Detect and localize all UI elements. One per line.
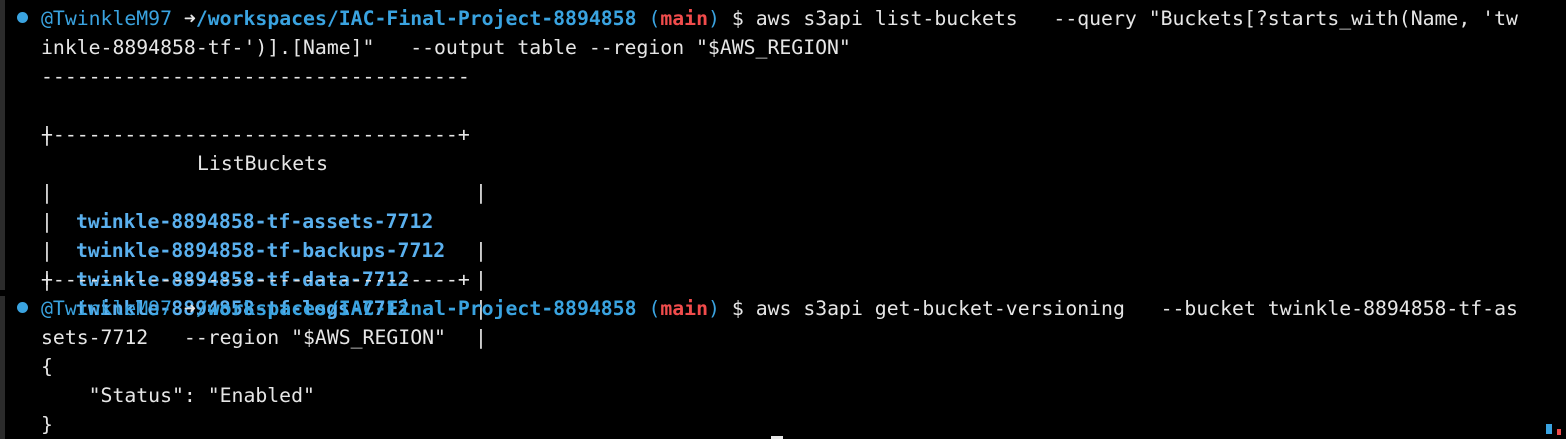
- scrollbar-marker[interactable]: [1546, 424, 1552, 434]
- table-row: | twinkle-8894858-tf-data-7712 |: [41, 207, 501, 320]
- table-row: | twinkle-8894858-tf-assets-7712 |: [41, 149, 501, 262]
- prompt-branch: main: [660, 297, 708, 320]
- table-row: | twinkle-8894858-tf-logs-7712 |: [41, 236, 501, 349]
- circle-dot-icon: [17, 302, 28, 313]
- table-border-mid: +----------------------------------+: [41, 123, 470, 146]
- command-continuation-line: sets-7712 --region "$AWS_REGION": [41, 326, 446, 349]
- branch-open-paren: (: [648, 7, 661, 30]
- table-border-bottom: +----------------------------------+: [41, 268, 470, 291]
- prompt-arrow: ➜: [183, 7, 196, 30]
- prompt-line-2: @TwinkleM97 ➜/workspaces/IAC-Final-Proje…: [41, 294, 1518, 323]
- table-pipe-right: |: [475, 326, 487, 349]
- branch-open-paren: (: [648, 297, 661, 320]
- json-close-brace: }: [41, 413, 53, 436]
- terminal-panel[interactable]: @TwinkleM97 ➜/workspaces/IAC-Final-Proje…: [0, 0, 1566, 439]
- json-open-brace: {: [41, 355, 53, 378]
- command-text: aws s3api list-buckets --query "Buckets[…: [755, 7, 1518, 30]
- table-pipe-right: |: [475, 268, 487, 291]
- gutter-bar-block-2: [0, 296, 5, 439]
- prompt-line-1: @TwinkleM97 ➜/workspaces/IAC-Final-Proje…: [41, 4, 1518, 33]
- table-row: | twinkle-8894858-tf-backups-7712 |: [41, 178, 501, 291]
- table-border-top: ------------------------------------: [41, 65, 470, 88]
- prompt-branch: main: [660, 7, 708, 30]
- gutter-bar-block-1: [0, 0, 5, 290]
- scrollbar-marker-error: [1557, 429, 1561, 435]
- prompt-arrow: ➜: [183, 297, 196, 320]
- branch-close-paren: ): [708, 297, 720, 320]
- command-text: aws s3api get-bucket-versioning --bucket…: [755, 297, 1518, 320]
- prompt-user: @TwinkleM97: [41, 297, 173, 320]
- command-continuation-line: inkle-8894858-tf-')].[Name]" --output ta…: [41, 36, 851, 59]
- prompt-path: /workspaces/IAC-Final-Project-8894858: [195, 7, 637, 30]
- branch-close-paren: ): [708, 7, 720, 30]
- prompt-symbol: $: [731, 7, 744, 30]
- table-header-row: | ListBuckets |: [41, 91, 501, 204]
- prompt-path: /workspaces/IAC-Final-Project-8894858: [195, 297, 637, 320]
- json-status-line: "Status": "Enabled": [41, 384, 315, 407]
- circle-dot-icon: [17, 12, 28, 23]
- prompt-symbol: $: [731, 297, 744, 320]
- prompt-user: @TwinkleM97: [41, 7, 173, 30]
